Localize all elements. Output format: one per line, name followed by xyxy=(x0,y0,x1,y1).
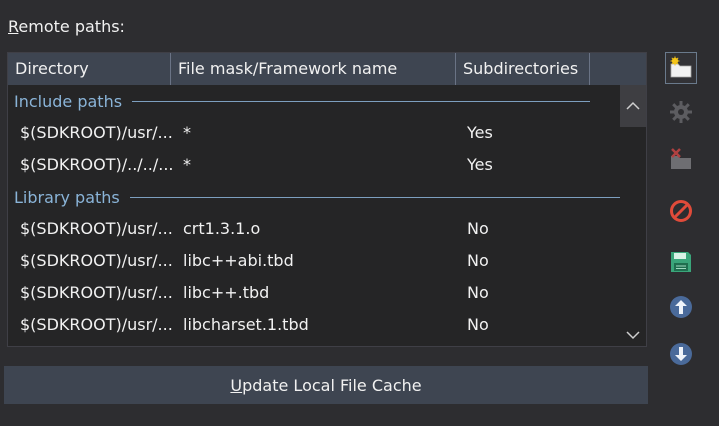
chevron-down-icon xyxy=(626,331,640,340)
move-down-button[interactable] xyxy=(665,338,697,370)
save-icon xyxy=(671,252,691,272)
update-button-label: pdate Local File Cache xyxy=(242,375,422,395)
group-label: Library paths xyxy=(14,187,120,207)
list-header: Directory File mask/Framework name Subdi… xyxy=(8,53,646,85)
column-header-subdirectories[interactable]: Subdirectories xyxy=(456,53,590,85)
move-down-icon xyxy=(670,343,692,365)
mask-cell: * xyxy=(183,123,191,142)
update-button-accel: U xyxy=(230,375,243,395)
remote-paths-panel: Remote paths: Directory File mask/Framew… xyxy=(0,0,719,426)
group-header-library-paths[interactable]: Library paths xyxy=(8,181,620,213)
delete-path-button[interactable] xyxy=(665,143,697,175)
column-header-file-mask[interactable]: File mask/Framework name xyxy=(171,53,456,85)
settings-button[interactable] xyxy=(665,96,697,128)
directory-cell: $(SDKROOT)/usr/... xyxy=(20,123,172,142)
table-row[interactable]: $(SDKROOT)/usr/... * Yes xyxy=(8,117,620,149)
mask-cell: libc++abi.tbd xyxy=(183,251,294,270)
subdirectories-cell: No xyxy=(467,219,489,238)
group-divider xyxy=(132,100,590,102)
remote-paths-label-accel: R xyxy=(8,17,19,36)
table-row[interactable]: $(SDKROOT)/usr/... crt1.3.1.o No xyxy=(8,213,620,245)
update-local-file-cache-button[interactable]: Update Local File Cache xyxy=(4,366,648,404)
remote-paths-list[interactable]: Directory File mask/Framework name Subdi… xyxy=(7,52,647,347)
scroll-down-button[interactable] xyxy=(620,324,646,346)
subdirectories-cell: Yes xyxy=(467,155,493,174)
subdirectories-cell: No xyxy=(467,251,489,270)
table-row[interactable]: $(SDKROOT)/../../... * Yes xyxy=(8,149,620,181)
table-row[interactable]: $(SDKROOT)/usr/... libcharset.1.tbd No xyxy=(8,309,620,341)
subdirectories-cell: No xyxy=(467,315,489,334)
table-row[interactable]: $(SDKROOT)/usr/... libc++.tbd No xyxy=(8,277,620,309)
mask-cell: crt1.3.1.o xyxy=(183,219,261,238)
scroll-up-button[interactable] xyxy=(620,85,646,127)
directory-cell: $(SDKROOT)/../../... xyxy=(20,155,172,174)
stop-button[interactable] xyxy=(665,195,697,227)
gear-icon xyxy=(670,101,692,123)
list-body: Include paths $(SDKROOT)/usr/... * Yes $… xyxy=(8,85,620,346)
mask-cell: * xyxy=(183,155,191,174)
directory-cell: $(SDKROOT)/usr/... xyxy=(20,251,172,270)
add-path-button[interactable] xyxy=(665,52,697,84)
remote-paths-label-text: emote paths: xyxy=(18,17,125,36)
table-row[interactable]: $(SDKROOT)/usr/... libc++abi.tbd No xyxy=(8,245,620,277)
remote-paths-label: Remote paths: xyxy=(8,17,125,36)
group-label: Include paths xyxy=(14,91,123,111)
save-button[interactable] xyxy=(665,246,697,278)
vertical-scrollbar[interactable] xyxy=(620,85,646,346)
group-divider xyxy=(129,196,620,198)
subdirectories-cell: No xyxy=(467,283,489,302)
new-folder-icon xyxy=(670,56,692,78)
move-up-button[interactable] xyxy=(665,291,697,323)
delete-icon xyxy=(671,148,691,169)
mask-cell: libc++.tbd xyxy=(183,283,270,302)
directory-cell: $(SDKROOT)/usr/... xyxy=(20,283,172,302)
chevron-up-icon xyxy=(626,101,640,110)
subdirectories-cell: Yes xyxy=(467,123,493,142)
directory-cell: $(SDKROOT)/usr/... xyxy=(20,315,172,334)
move-up-icon xyxy=(670,296,692,318)
directory-cell: $(SDKROOT)/usr/... xyxy=(20,219,172,238)
cancel-icon xyxy=(670,200,692,222)
column-header-directory[interactable]: Directory xyxy=(8,53,171,85)
mask-cell: libcharset.1.tbd xyxy=(183,315,309,334)
group-header-include-paths[interactable]: Include paths xyxy=(8,85,620,117)
